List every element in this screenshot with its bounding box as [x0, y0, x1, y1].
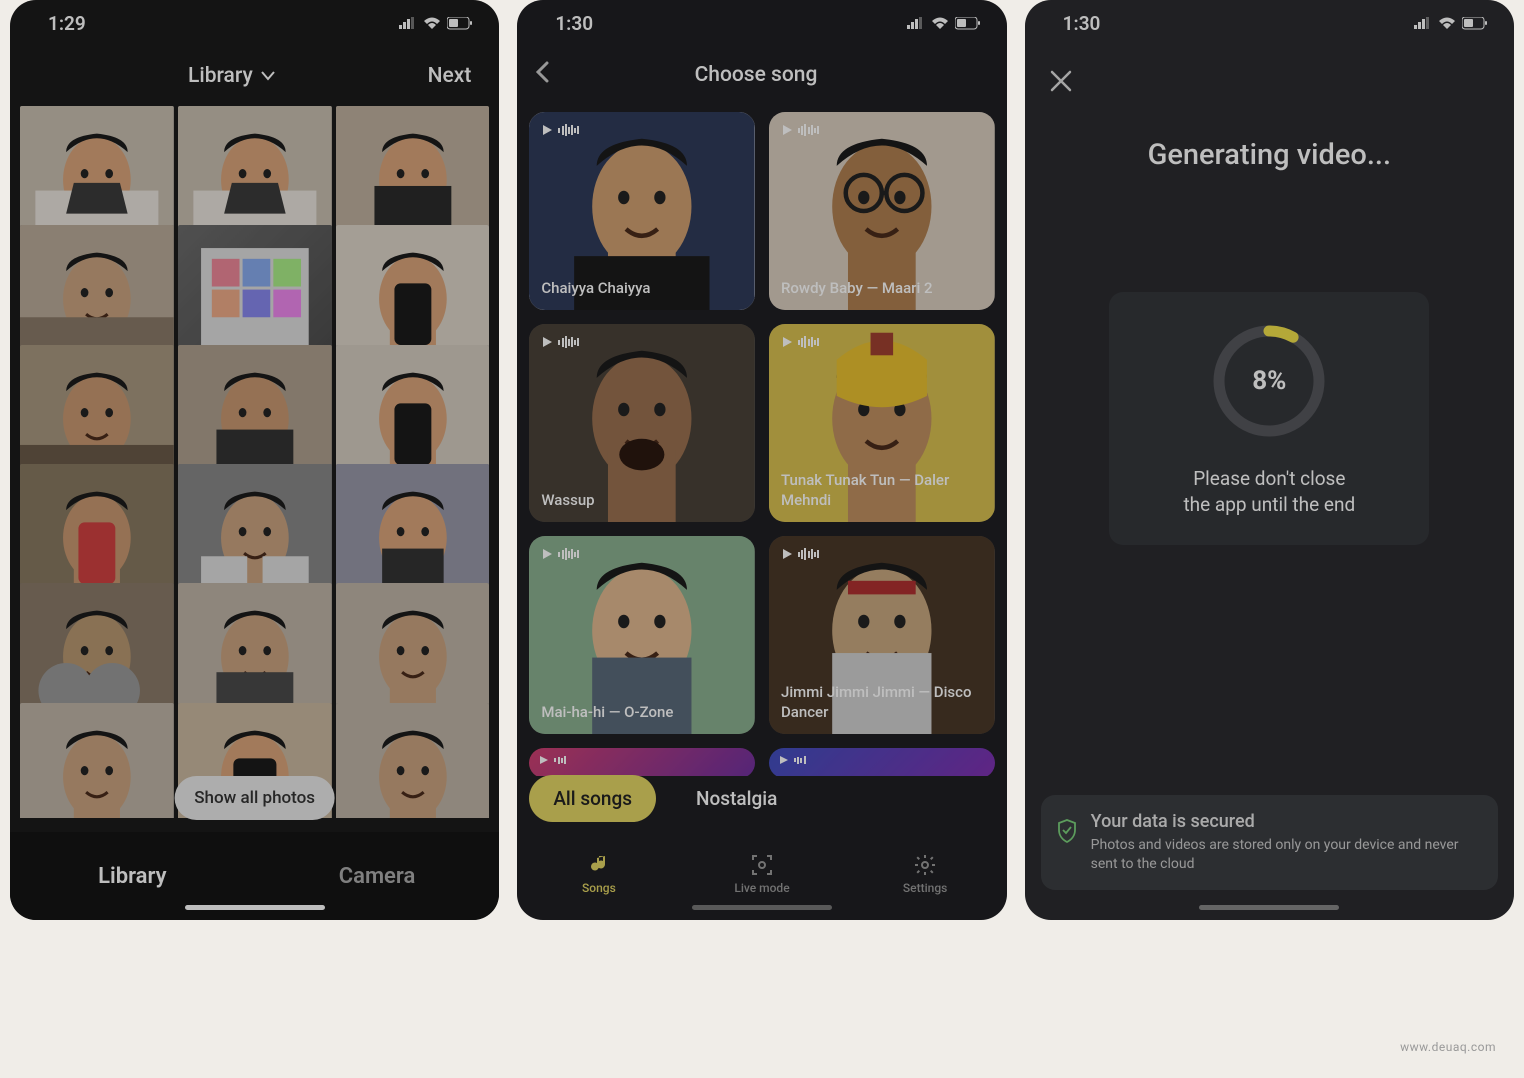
shield-check-icon	[1057, 819, 1077, 848]
bottom-tabs: Library Camera	[10, 832, 499, 920]
song-title: Mai-ha-hi — O-Zone	[541, 703, 743, 723]
status-bar: 1:29	[10, 0, 499, 46]
music-note-icon	[587, 853, 611, 877]
chevron-down-icon	[261, 71, 275, 81]
progress-percent: 8%	[1210, 322, 1328, 440]
song-title: Wassup	[541, 491, 743, 511]
watermark: www.deuaq.com	[1400, 1040, 1496, 1054]
screen-generating: 1:30 Generating video... 8% Please don't…	[1025, 0, 1514, 920]
battery-icon	[447, 17, 473, 30]
play-preview-button[interactable]	[781, 548, 819, 560]
status-time: 1:29	[48, 12, 86, 35]
status-icons	[907, 17, 981, 30]
status-time: 1:30	[555, 12, 593, 35]
play-preview-button[interactable]	[781, 336, 819, 348]
screen-choose-song: 1:30 Choose song Chaiyya Chaiyya	[517, 0, 1006, 920]
song-card[interactable]: Jimmi Jimmi Jimmi — Disco Dancer	[769, 536, 995, 734]
play-preview-button[interactable]	[779, 754, 806, 766]
close-button[interactable]	[1049, 66, 1073, 101]
song-grid: Chaiyya Chaiyya Rowdy Baby — Maari 2 Was…	[517, 104, 1006, 776]
play-preview-button[interactable]	[541, 548, 579, 560]
photo-thumbnail[interactable]	[20, 703, 174, 818]
progress-message: Please don't close the app until the end	[1183, 466, 1355, 517]
screen-library: 1:29 Library Next	[10, 0, 499, 920]
secure-title: Your data is secured	[1091, 811, 1480, 832]
wifi-icon	[931, 17, 949, 30]
page-title: Choose song	[549, 63, 988, 87]
status-time: 1:30	[1063, 12, 1101, 35]
secure-body: Photos and videos are stored only on you…	[1091, 836, 1480, 874]
choose-song-header: Choose song	[517, 46, 1006, 104]
home-indicator[interactable]	[1199, 905, 1339, 910]
song-card-peek[interactable]	[529, 748, 755, 776]
library-header: Library Next	[10, 46, 499, 106]
song-title: Tunak Tunak Tun — Daler Mehndi	[781, 471, 983, 510]
category-chips: All songs Nostalgia	[529, 775, 994, 822]
song-card-peek[interactable]	[769, 748, 995, 776]
play-preview-button[interactable]	[541, 124, 579, 136]
photo-thumbnail[interactable]	[336, 703, 490, 818]
gear-icon	[913, 853, 937, 877]
nav-songs[interactable]: Songs	[517, 828, 680, 920]
status-icons	[1414, 17, 1488, 30]
play-preview-button[interactable]	[781, 124, 819, 136]
page-title: Generating video...	[1025, 138, 1514, 172]
chip-nostalgia[interactable]: Nostalgia	[672, 775, 801, 822]
song-title: Jimmi Jimmi Jimmi — Disco Dancer	[781, 683, 983, 722]
progress-ring: 8%	[1210, 322, 1328, 440]
status-icons	[399, 17, 473, 30]
next-button[interactable]: Next	[428, 64, 472, 88]
song-card[interactable]: Rowdy Baby — Maari 2	[769, 112, 995, 310]
cellular-icon	[399, 17, 417, 29]
library-dropdown[interactable]: Library	[188, 64, 275, 88]
song-card[interactable]: Wassup	[529, 324, 755, 522]
status-bar: 1:30	[517, 0, 1006, 46]
song-title: Rowdy Baby — Maari 2	[781, 279, 983, 299]
library-dropdown-label: Library	[188, 64, 253, 88]
song-card[interactable]: Chaiyya Chaiyya	[529, 112, 755, 310]
progress-card: 8% Please don't close the app until the …	[1109, 292, 1429, 545]
wifi-icon	[1438, 17, 1456, 30]
data-secured-banner: Your data is secured Photos and videos a…	[1041, 795, 1498, 890]
status-bar: 1:30	[1025, 0, 1514, 46]
chip-all-songs[interactable]: All songs	[529, 775, 656, 822]
home-indicator[interactable]	[185, 905, 325, 910]
scan-face-icon	[750, 853, 774, 877]
song-card[interactable]: Tunak Tunak Tun — Daler Mehndi	[769, 324, 995, 522]
play-preview-button[interactable]	[541, 336, 579, 348]
back-button[interactable]	[535, 60, 549, 90]
cellular-icon	[907, 17, 925, 29]
nav-settings[interactable]: Settings	[844, 828, 1007, 920]
photo-grid: Vin DieselVin Petrol + CNG	[10, 106, 499, 818]
battery-icon	[1462, 17, 1488, 30]
song-card[interactable]: Mai-ha-hi — O-Zone	[529, 536, 755, 734]
home-indicator[interactable]	[692, 905, 832, 910]
cellular-icon	[1414, 17, 1432, 29]
play-preview-button[interactable]	[539, 754, 566, 766]
wifi-icon	[423, 17, 441, 30]
battery-icon	[955, 17, 981, 30]
song-title: Chaiyya Chaiyya	[541, 279, 743, 299]
show-all-photos-button[interactable]: Show all photos	[174, 776, 335, 820]
